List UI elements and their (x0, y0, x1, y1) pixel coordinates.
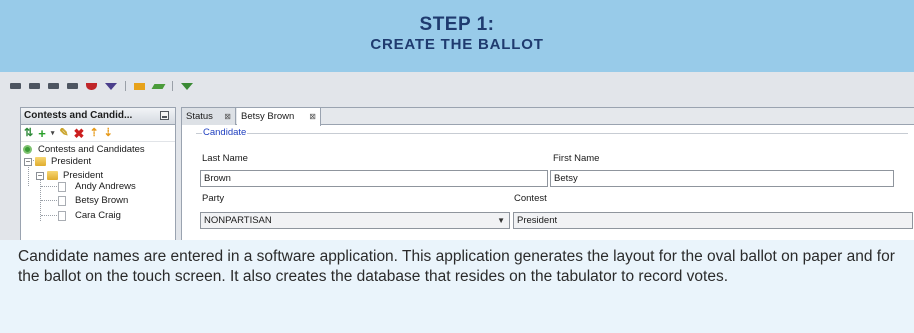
tree-item-candidate[interactable]: Cara Craig (58, 209, 121, 222)
tab-label: Betsy Brown (241, 111, 295, 122)
party-select[interactable]: NONPARTISAN ▼ (200, 212, 510, 229)
candidate-group-label: Candidate (202, 127, 248, 138)
tree-item-group-president[interactable]: − President (24, 155, 91, 168)
collapse-icon[interactable]: − (36, 171, 44, 180)
contests-icon (23, 145, 32, 154)
arrow-down-icon[interactable] (181, 82, 193, 90)
tab-status[interactable]: Status ⊠ (182, 108, 236, 125)
last-name-label: Last Name (202, 153, 248, 164)
editor-panel: Status ⊠ Betsy Brown ⊠ Candidate Last Na… (181, 107, 914, 240)
close-icon[interactable]: ⊠ (303, 109, 316, 125)
contests-panel-title: Contests and Candid... (24, 110, 133, 121)
last-name-field[interactable]: Brown (200, 170, 548, 187)
step-caption: Candidate names are entered in a softwar… (0, 240, 914, 333)
editor-tabs: Status ⊠ Betsy Brown ⊠ (182, 108, 914, 126)
close-icon[interactable]: ⊠ (218, 109, 231, 125)
move-down-icon[interactable]: ⇣ (104, 127, 113, 139)
tree-item-label: President (51, 156, 92, 167)
toolbar-separator (125, 81, 126, 91)
tree-item-label: Cara Craig (75, 210, 121, 221)
chevron-down-icon[interactable]: ▼ (497, 213, 505, 228)
group-divider (196, 133, 908, 134)
chart-icon[interactable] (151, 83, 166, 89)
ballot-icon[interactable] (48, 83, 59, 89)
toolbar-separator (172, 81, 173, 91)
contests-panel-header: Contests and Candid... (21, 108, 175, 125)
main-toolbar (10, 80, 201, 92)
step-header: STEP 1: CREATE THE BALLOT (0, 0, 914, 72)
refresh-icon[interactable]: ⇅ (24, 127, 33, 139)
ballot-icon[interactable] (67, 83, 78, 89)
document-icon (58, 210, 66, 221)
collapse-icon[interactable]: − (24, 157, 32, 166)
ballot-icon[interactable] (29, 83, 40, 89)
ballot-icon[interactable] (10, 83, 21, 89)
tab-betsy-brown[interactable]: Betsy Brown ⊠ (237, 108, 321, 126)
tree-item-candidate[interactable]: Betsy Brown (58, 194, 128, 207)
delete-icon[interactable]: ✖ (74, 127, 85, 140)
party-select-value: NONPARTISAN (204, 215, 272, 226)
contests-panel-toolbar: ⇅ + ▾ ✎ ✖ ⇡ ⇣ (21, 125, 175, 142)
contests-panel: Contests and Candid... ⇅ + ▾ ✎ ✖ ⇡ ⇣ Con… (20, 107, 176, 240)
tab-label: Status (186, 110, 213, 122)
document-icon (58, 181, 66, 192)
folder-icon[interactable] (134, 82, 145, 90)
folder-icon (35, 157, 46, 166)
party-label: Party (202, 193, 225, 204)
dropdown-caret-icon[interactable]: ▾ (51, 128, 55, 139)
triangle-icon[interactable] (105, 82, 117, 90)
first-name-label: First Name (553, 153, 600, 164)
contest-select[interactable]: President (513, 212, 913, 229)
first-name-field[interactable]: Betsy (550, 170, 894, 187)
minimize-icon[interactable] (160, 111, 169, 120)
contest-select-value: President (517, 215, 558, 226)
application-screenshot: Contests and Candid... ⇅ + ▾ ✎ ✖ ⇡ ⇣ Con… (0, 72, 914, 240)
folder-icon (47, 171, 58, 180)
tree-item-candidate[interactable]: Andy Andrews (58, 180, 136, 193)
edit-icon[interactable]: ✎ (59, 127, 68, 139)
step-number: STEP 1: (419, 14, 495, 35)
shield-icon[interactable] (86, 82, 97, 90)
add-icon[interactable]: + (38, 127, 46, 140)
move-up-icon[interactable]: ⇡ (89, 127, 98, 139)
step-title: CREATE THE BALLOT (370, 36, 544, 53)
tree-item-label: Andy Andrews (75, 181, 136, 192)
contest-label: Contest (514, 193, 547, 204)
document-icon (58, 195, 66, 206)
tree-item-label: Betsy Brown (75, 195, 129, 206)
